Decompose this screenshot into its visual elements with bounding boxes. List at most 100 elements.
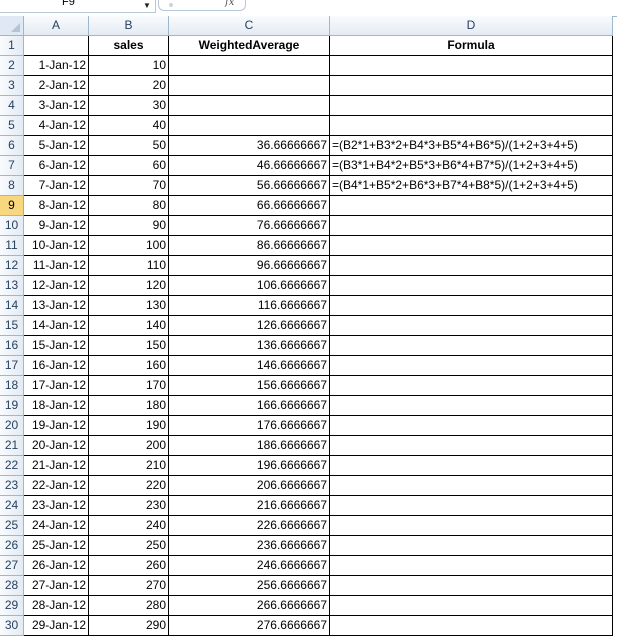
cell-a11[interactable]: 10-Jan-12 <box>24 236 89 256</box>
function-icon[interactable]: fx <box>225 0 234 8</box>
cell-c21[interactable]: 186.6666667 <box>169 436 330 456</box>
cell-a25[interactable]: 24-Jan-12 <box>24 516 89 536</box>
cell-b25[interactable]: 240 <box>89 516 169 536</box>
cell-c7[interactable]: 46.66666667 <box>169 156 330 176</box>
cell-a17[interactable]: 16-Jan-12 <box>24 356 89 376</box>
row-header-22[interactable]: 22 <box>0 456 24 476</box>
cell-a8[interactable]: 7-Jan-12 <box>24 176 89 196</box>
cell-c4[interactable] <box>169 96 330 116</box>
cell-d29[interactable] <box>330 596 613 616</box>
row-header-19[interactable]: 19 <box>0 396 24 416</box>
row-header-12[interactable]: 12 <box>0 256 24 276</box>
cell-c2[interactable] <box>169 56 330 76</box>
cell-a23[interactable]: 22-Jan-12 <box>24 476 89 496</box>
column-header-d[interactable]: D <box>330 16 613 36</box>
cell-b22[interactable]: 210 <box>89 456 169 476</box>
cell-d28[interactable] <box>330 576 613 596</box>
cell-d26[interactable] <box>330 536 613 556</box>
cell-a2[interactable]: 1-Jan-12 <box>24 56 89 76</box>
cell-a21[interactable]: 20-Jan-12 <box>24 436 89 456</box>
column-header-b[interactable]: B <box>89 16 169 36</box>
cell-a19[interactable]: 18-Jan-12 <box>24 396 89 416</box>
row-header-4[interactable]: 4 <box>0 96 24 116</box>
cell-c6[interactable]: 36.66666667 <box>169 136 330 156</box>
cell-c17[interactable]: 146.6666667 <box>169 356 330 376</box>
cell-c5[interactable] <box>169 116 330 136</box>
row-header-28[interactable]: 28 <box>0 576 24 596</box>
cell-d12[interactable] <box>330 256 613 276</box>
row-header-27[interactable]: 27 <box>0 556 24 576</box>
cell-a10[interactable]: 9-Jan-12 <box>24 216 89 236</box>
cell-d1[interactable]: Formula <box>330 36 613 56</box>
cell-d15[interactable] <box>330 316 613 336</box>
cell-a7[interactable]: 6-Jan-12 <box>24 156 89 176</box>
row-header-6[interactable]: 6 <box>0 136 24 156</box>
row-header-2[interactable]: 2 <box>0 56 24 76</box>
cell-a5[interactable]: 4-Jan-12 <box>24 116 89 136</box>
row-header-14[interactable]: 14 <box>0 296 24 316</box>
cell-a18[interactable]: 17-Jan-12 <box>24 376 89 396</box>
cell-a22[interactable]: 21-Jan-12 <box>24 456 89 476</box>
cell-d23[interactable] <box>330 476 613 496</box>
cell-a30[interactable]: 29-Jan-12 <box>24 616 89 636</box>
cell-c18[interactable]: 156.6666667 <box>169 376 330 396</box>
cell-b8[interactable]: 70 <box>89 176 169 196</box>
cell-c14[interactable]: 116.6666667 <box>169 296 330 316</box>
cell-b28[interactable]: 270 <box>89 576 169 596</box>
cell-a14[interactable]: 13-Jan-12 <box>24 296 89 316</box>
cell-b27[interactable]: 260 <box>89 556 169 576</box>
cell-c28[interactable]: 256.6666667 <box>169 576 330 596</box>
cell-a4[interactable]: 3-Jan-12 <box>24 96 89 116</box>
cell-c10[interactable]: 76.66666667 <box>169 216 330 236</box>
cell-d2[interactable] <box>330 56 613 76</box>
cell-c13[interactable]: 106.6666667 <box>169 276 330 296</box>
cell-a29[interactable]: 28-Jan-12 <box>24 596 89 616</box>
cell-d27[interactable] <box>330 556 613 576</box>
cell-b26[interactable]: 250 <box>89 536 169 556</box>
cell-a9[interactable]: 8-Jan-12 <box>24 196 89 216</box>
row-header-10[interactable]: 10 <box>0 216 24 236</box>
cell-b9[interactable]: 80 <box>89 196 169 216</box>
cell-d19[interactable] <box>330 396 613 416</box>
cell-c19[interactable]: 166.6666667 <box>169 396 330 416</box>
name-box[interactable]: F9 ▼ <box>0 0 156 13</box>
row-header-18[interactable]: 18 <box>0 376 24 396</box>
select-all-button[interactable] <box>0 16 24 36</box>
row-header-13[interactable]: 13 <box>0 276 24 296</box>
cell-b14[interactable]: 130 <box>89 296 169 316</box>
cell-d3[interactable] <box>330 76 613 96</box>
row-header-15[interactable]: 15 <box>0 316 24 336</box>
cell-a16[interactable]: 15-Jan-12 <box>24 336 89 356</box>
cell-c26[interactable]: 236.6666667 <box>169 536 330 556</box>
cell-d4[interactable] <box>330 96 613 116</box>
row-header-7[interactable]: 7 <box>0 156 24 176</box>
cell-d11[interactable] <box>330 236 613 256</box>
row-header-30[interactable]: 30 <box>0 616 24 636</box>
cell-a6[interactable]: 5-Jan-12 <box>24 136 89 156</box>
cell-b30[interactable]: 290 <box>89 616 169 636</box>
column-header-c[interactable]: C <box>169 16 330 36</box>
cell-b24[interactable]: 230 <box>89 496 169 516</box>
cell-d18[interactable] <box>330 376 613 396</box>
cell-c29[interactable]: 266.6666667 <box>169 596 330 616</box>
cell-a27[interactable]: 26-Jan-12 <box>24 556 89 576</box>
cell-d25[interactable] <box>330 516 613 536</box>
row-header-8[interactable]: 8 <box>0 176 24 196</box>
cell-d22[interactable] <box>330 456 613 476</box>
cell-c25[interactable]: 226.6666667 <box>169 516 330 536</box>
cell-b21[interactable]: 200 <box>89 436 169 456</box>
cell-c8[interactable]: 56.66666667 <box>169 176 330 196</box>
cell-b23[interactable]: 220 <box>89 476 169 496</box>
cell-b18[interactable]: 170 <box>89 376 169 396</box>
cell-c20[interactable]: 176.6666667 <box>169 416 330 436</box>
cell-d7[interactable]: =(B3*1+B4*2+B5*3+B6*4+B7*5)/(1+2+3+4+5) <box>330 156 613 176</box>
cell-b13[interactable]: 120 <box>89 276 169 296</box>
cell-d24[interactable] <box>330 496 613 516</box>
cell-a15[interactable]: 14-Jan-12 <box>24 316 89 336</box>
cell-a1[interactable] <box>24 36 89 56</box>
cell-a12[interactable]: 11-Jan-12 <box>24 256 89 276</box>
cell-b2[interactable]: 10 <box>89 56 169 76</box>
cell-d17[interactable] <box>330 356 613 376</box>
row-header-1[interactable]: 1 <box>0 36 24 56</box>
formula-input-area[interactable]: fx <box>158 0 246 11</box>
